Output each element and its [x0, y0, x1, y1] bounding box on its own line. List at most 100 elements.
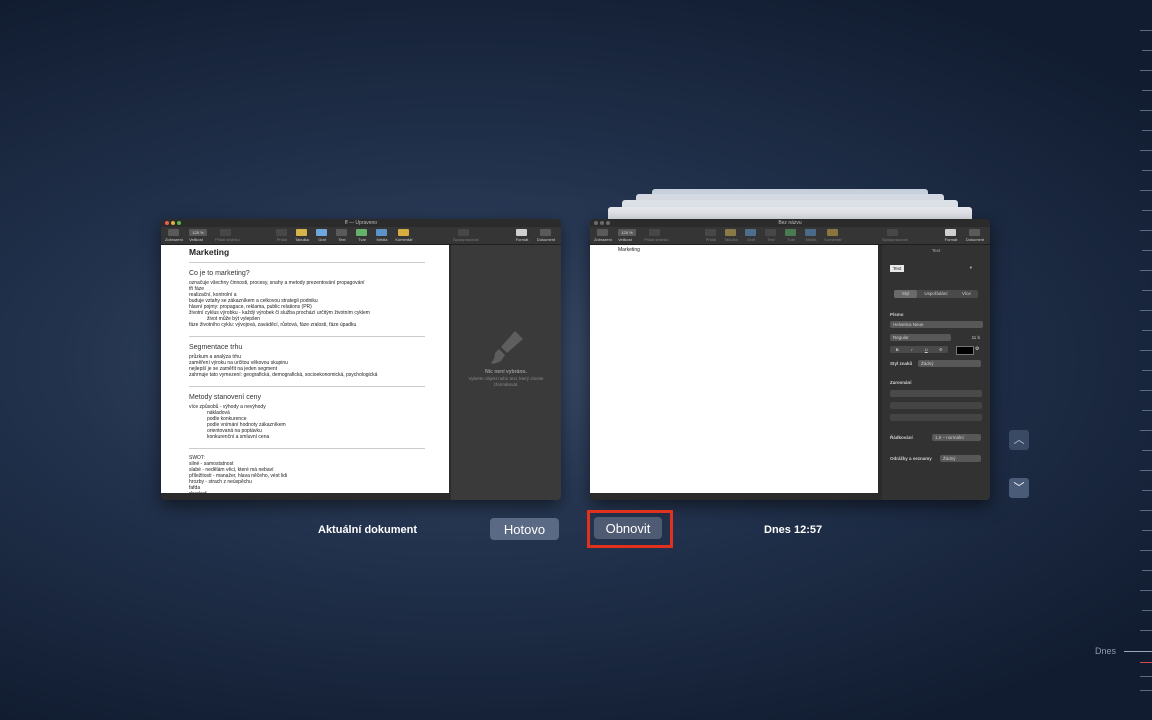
- window-titlebar: ff — Upraveno: [161, 219, 561, 227]
- alignment-label: Zarovnání: [890, 380, 912, 385]
- add-page-button[interactable]: Přidat stránku: [215, 229, 240, 242]
- chevron-up-icon: ︿: [1013, 434, 1025, 446]
- current-document-window[interactable]: ff — Upraveno Zobrazení 125 % Velikost Př…: [161, 219, 561, 500]
- document-text: Marketing: [618, 247, 640, 253]
- chart-button[interactable]: Graf: [315, 229, 328, 242]
- inspector-header: Text: [931, 248, 941, 253]
- gear-icon[interactable]: ⚙: [975, 346, 981, 353]
- doc-line: [189, 440, 425, 449]
- minimize-icon: [600, 221, 604, 225]
- doc-heading: Metody stanovení ceny: [189, 394, 261, 401]
- doc-line: [189, 328, 425, 337]
- toolbar: Zobrazení 125 % Velikost Přidat stránku P…: [590, 227, 990, 245]
- restore-button[interactable]: Obnovit: [594, 517, 662, 539]
- doc-line: [189, 378, 425, 387]
- shape-button[interactable]: Tvar: [355, 229, 368, 242]
- window-titlebar: Bez názvu: [590, 219, 990, 227]
- version-time-caption: Dnes 12:57: [764, 524, 823, 536]
- previous-version-button[interactable]: ︿: [1009, 430, 1029, 450]
- chevron-down-icon: ▾: [969, 265, 972, 270]
- table-button[interactable]: Tabulka: [724, 229, 738, 242]
- font-family-select[interactable]: Helvetica Neue: [890, 321, 983, 328]
- comment-button[interactable]: Komentář: [395, 229, 413, 242]
- horizontal-scrollbar[interactable]: [590, 494, 882, 500]
- document-text: Marketing Co je to marketing? označuje vše…: [189, 247, 449, 500]
- zoom-button[interactable]: 125 % Velikost: [618, 229, 636, 242]
- paragraph-style-name: Text: [890, 265, 905, 272]
- nothing-selected-title: Nic není vybráno.: [485, 369, 527, 375]
- toolbar: Zobrazení 125 % Velikost Přidat stránku P…: [161, 227, 561, 245]
- chart-button[interactable]: Graf: [744, 229, 757, 242]
- doc-heading: Segmentace trhu: [189, 344, 243, 351]
- text-button[interactable]: Text: [764, 229, 777, 242]
- close-icon: [165, 221, 169, 225]
- zoom-icon: [177, 221, 181, 225]
- doc-title: Marketing: [189, 247, 425, 263]
- underline-button[interactable]: U: [919, 346, 934, 353]
- bullets-select[interactable]: Žádný: [940, 455, 981, 462]
- bold-button[interactable]: B: [890, 346, 905, 353]
- done-button[interactable]: Hotovo: [490, 518, 559, 540]
- view-button[interactable]: Zobrazení: [165, 229, 183, 242]
- traffic-lights: [594, 221, 610, 225]
- spacing-select[interactable]: 1,0 – normální: [932, 434, 981, 441]
- text-color-well[interactable]: [956, 346, 974, 355]
- alignment-buttons[interactable]: [890, 390, 982, 397]
- window-title: Bez názvu: [778, 220, 802, 226]
- char-style-label: Styl znaků: [890, 361, 913, 366]
- document-page[interactable]: Marketing: [590, 245, 878, 493]
- italic-button[interactable]: I: [905, 346, 920, 353]
- document-page[interactable]: Marketing Co je to marketing? označuje vše…: [161, 245, 449, 500]
- doc-heading: Co je to marketing?: [189, 270, 250, 277]
- version-window[interactable]: Bez názvu Zobrazení 125 % Velikost Přidat…: [590, 219, 990, 500]
- font-size-field[interactable]: 11 b: [962, 334, 980, 341]
- today-tick[interactable]: [1124, 651, 1152, 652]
- indent-buttons[interactable]: [890, 402, 982, 409]
- inspector-tabs: Styl Uspořádání Více: [894, 290, 978, 298]
- format-button[interactable]: Formát: [515, 229, 528, 242]
- traffic-lights: [165, 221, 181, 225]
- nothing-selected-hint: Vyberte objekt nebo text, který chcete z…: [468, 376, 544, 387]
- media-button[interactable]: Média: [375, 229, 388, 242]
- document-button[interactable]: Dokument: [966, 229, 984, 242]
- horizontal-scrollbar[interactable]: [161, 494, 449, 500]
- paragraph-style-popup[interactable]: Text ▾: [890, 265, 984, 273]
- comment-button[interactable]: Komentář: [824, 229, 842, 242]
- zoom-button[interactable]: 125 % Velikost: [189, 229, 207, 242]
- table-button[interactable]: Tabulka: [295, 229, 309, 242]
- text-button[interactable]: Text: [335, 229, 348, 242]
- insert-button[interactable]: Přidat: [704, 229, 717, 242]
- next-version-button[interactable]: ﹀: [1009, 478, 1029, 498]
- chevron-down-icon: ﹀: [1013, 482, 1025, 494]
- collaborate-button[interactable]: Spolupracovat: [882, 229, 908, 242]
- insert-button[interactable]: Přidat: [275, 229, 288, 242]
- paintbrush-icon: [491, 331, 523, 364]
- format-inspector: Text Text ▾ Styl Uspořádání Více Písmo H…: [882, 245, 990, 500]
- collaborate-button[interactable]: Spolupracovat: [453, 229, 479, 242]
- bullets-label[interactable]: Odrážky a seznamy: [890, 456, 932, 461]
- zoom-icon: [606, 221, 610, 225]
- format-button[interactable]: Formát: [944, 229, 957, 242]
- font-style-buttons: B I U ⚙: [890, 346, 948, 353]
- window-title: ff — Upraveno: [344, 220, 378, 226]
- timeline[interactable]: [1124, 0, 1152, 720]
- close-icon: [594, 221, 598, 225]
- tab-more[interactable]: Více: [955, 290, 978, 298]
- media-button[interactable]: Média: [804, 229, 817, 242]
- current-document-caption: Aktuální dokument: [318, 524, 418, 536]
- view-button[interactable]: Zobrazení: [594, 229, 612, 242]
- vertical-align-buttons[interactable]: [890, 414, 982, 421]
- minimize-icon: [171, 221, 175, 225]
- document-button[interactable]: Dokument: [537, 229, 555, 242]
- format-sidebar: Nic není vybráno. Vyberte objekt nebo te…: [451, 245, 561, 500]
- tab-layout[interactable]: Uspořádání: [917, 290, 954, 298]
- font-label: Písmo: [890, 312, 904, 317]
- font-style-select[interactable]: Regular: [890, 334, 951, 341]
- tab-style[interactable]: Styl: [894, 290, 918, 298]
- text-options-button[interactable]: ⚙: [934, 346, 949, 353]
- timeline-today-label: Dnes: [1095, 646, 1117, 656]
- char-style-select[interactable]: Žádný: [918, 360, 981, 367]
- shape-button[interactable]: Tvar: [784, 229, 797, 242]
- spacing-label[interactable]: Řádkování: [890, 435, 913, 440]
- add-page-button[interactable]: Přidat stránku: [644, 229, 669, 242]
